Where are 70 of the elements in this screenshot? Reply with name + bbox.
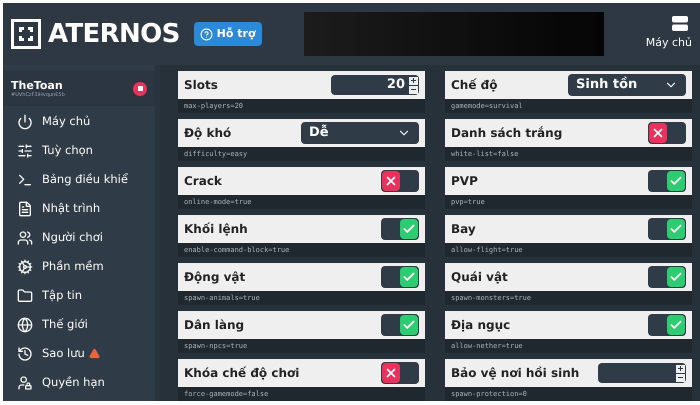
help-button[interactable]: Hỗ trợ — [194, 22, 262, 46]
toggle-switch[interactable] — [648, 170, 686, 192]
toggle-switch[interactable] — [648, 122, 686, 144]
setting-label: Crack — [184, 173, 222, 190]
number-field[interactable] — [598, 363, 686, 383]
check-icon — [402, 222, 416, 236]
check-icon — [402, 318, 416, 332]
setting-label: Độ khó — [184, 125, 232, 142]
dropdown[interactable]: Dễ — [301, 122, 419, 144]
toggle-switch[interactable] — [381, 266, 419, 288]
plus-stepper[interactable] — [409, 76, 418, 84]
setting-label: Khối lệnh — [184, 221, 248, 238]
setting-label: Chế độ — [451, 77, 498, 94]
gear-icon — [17, 258, 33, 274]
toggle-switch[interactable] — [381, 314, 419, 336]
plus-stepper[interactable] — [676, 364, 685, 372]
setting-label: Bảo vệ nơi hồi sinh — [451, 365, 580, 382]
sidebar-item[interactable]: Bảng điều khiể — [3, 165, 155, 194]
setting-label: Khóa chế độ chơi — [184, 365, 300, 382]
folder-icon — [17, 288, 33, 304]
toggle-switch[interactable] — [381, 218, 419, 240]
sidebar-item[interactable]: Tuỳ chọn — [3, 136, 155, 165]
stop-icon[interactable] — [133, 82, 147, 96]
help-icon — [200, 28, 213, 40]
toggle-switch[interactable] — [648, 218, 686, 240]
cross-icon — [384, 366, 398, 380]
setting-label: PVP — [451, 173, 478, 190]
setting-label: Động vật — [184, 269, 246, 286]
sliders-icon — [17, 142, 33, 158]
sidebar-item[interactable]: Thế giới — [3, 310, 155, 339]
terminal-icon — [17, 172, 33, 188]
sidebar-item[interactable]: Quyền hạn — [3, 368, 155, 397]
minus-stepper[interactable] — [676, 374, 685, 382]
cross-icon — [651, 126, 665, 140]
history-icon — [17, 346, 33, 362]
cross-icon — [384, 174, 398, 188]
server-icon[interactable] — [672, 16, 688, 32]
setting-label: Địa ngục — [451, 317, 510, 334]
number-field[interactable]: 20 — [331, 75, 419, 95]
dropdown[interactable]: Sinh tồn — [568, 74, 686, 96]
toggle-switch[interactable] — [648, 314, 686, 336]
power-icon — [17, 114, 33, 130]
check-icon — [669, 318, 683, 332]
sidebar-item[interactable]: Tập tin — [3, 281, 155, 310]
users-icon — [17, 230, 33, 246]
toggle-switch[interactable] — [648, 266, 686, 288]
sidebar-item[interactable]: Người chơi — [3, 223, 155, 252]
sidebar-item[interactable]: Sao lưu — [3, 339, 155, 368]
globe-icon — [17, 316, 33, 332]
user-lock-icon — [17, 374, 33, 390]
sidebar-item[interactable]: Phần mềm — [3, 252, 155, 281]
sidebar-item[interactable]: Nhật trình — [3, 194, 155, 223]
setting-label: Slots — [184, 77, 218, 94]
check-icon — [669, 174, 683, 188]
server-label[interactable]: Máy chủ — [646, 35, 692, 52]
check-icon — [402, 270, 416, 284]
logo-icon — [11, 19, 41, 49]
brand-name: ATERNOS — [48, 18, 180, 50]
toggle-switch[interactable] — [381, 170, 419, 192]
minus-stepper[interactable] — [409, 86, 418, 94]
account-name: TheToan — [11, 78, 64, 92]
document-icon — [17, 200, 33, 216]
setting-label: Dân làng — [184, 317, 244, 334]
setting-label: Bay — [451, 221, 476, 238]
setting-label: Quái vật — [451, 269, 508, 286]
check-icon — [669, 222, 683, 236]
setting-label: Danh sách trắng — [451, 125, 562, 142]
check-icon — [669, 270, 683, 284]
sidebar-item[interactable]: Máy chủ — [3, 107, 155, 136]
toggle-switch[interactable] — [381, 362, 419, 384]
